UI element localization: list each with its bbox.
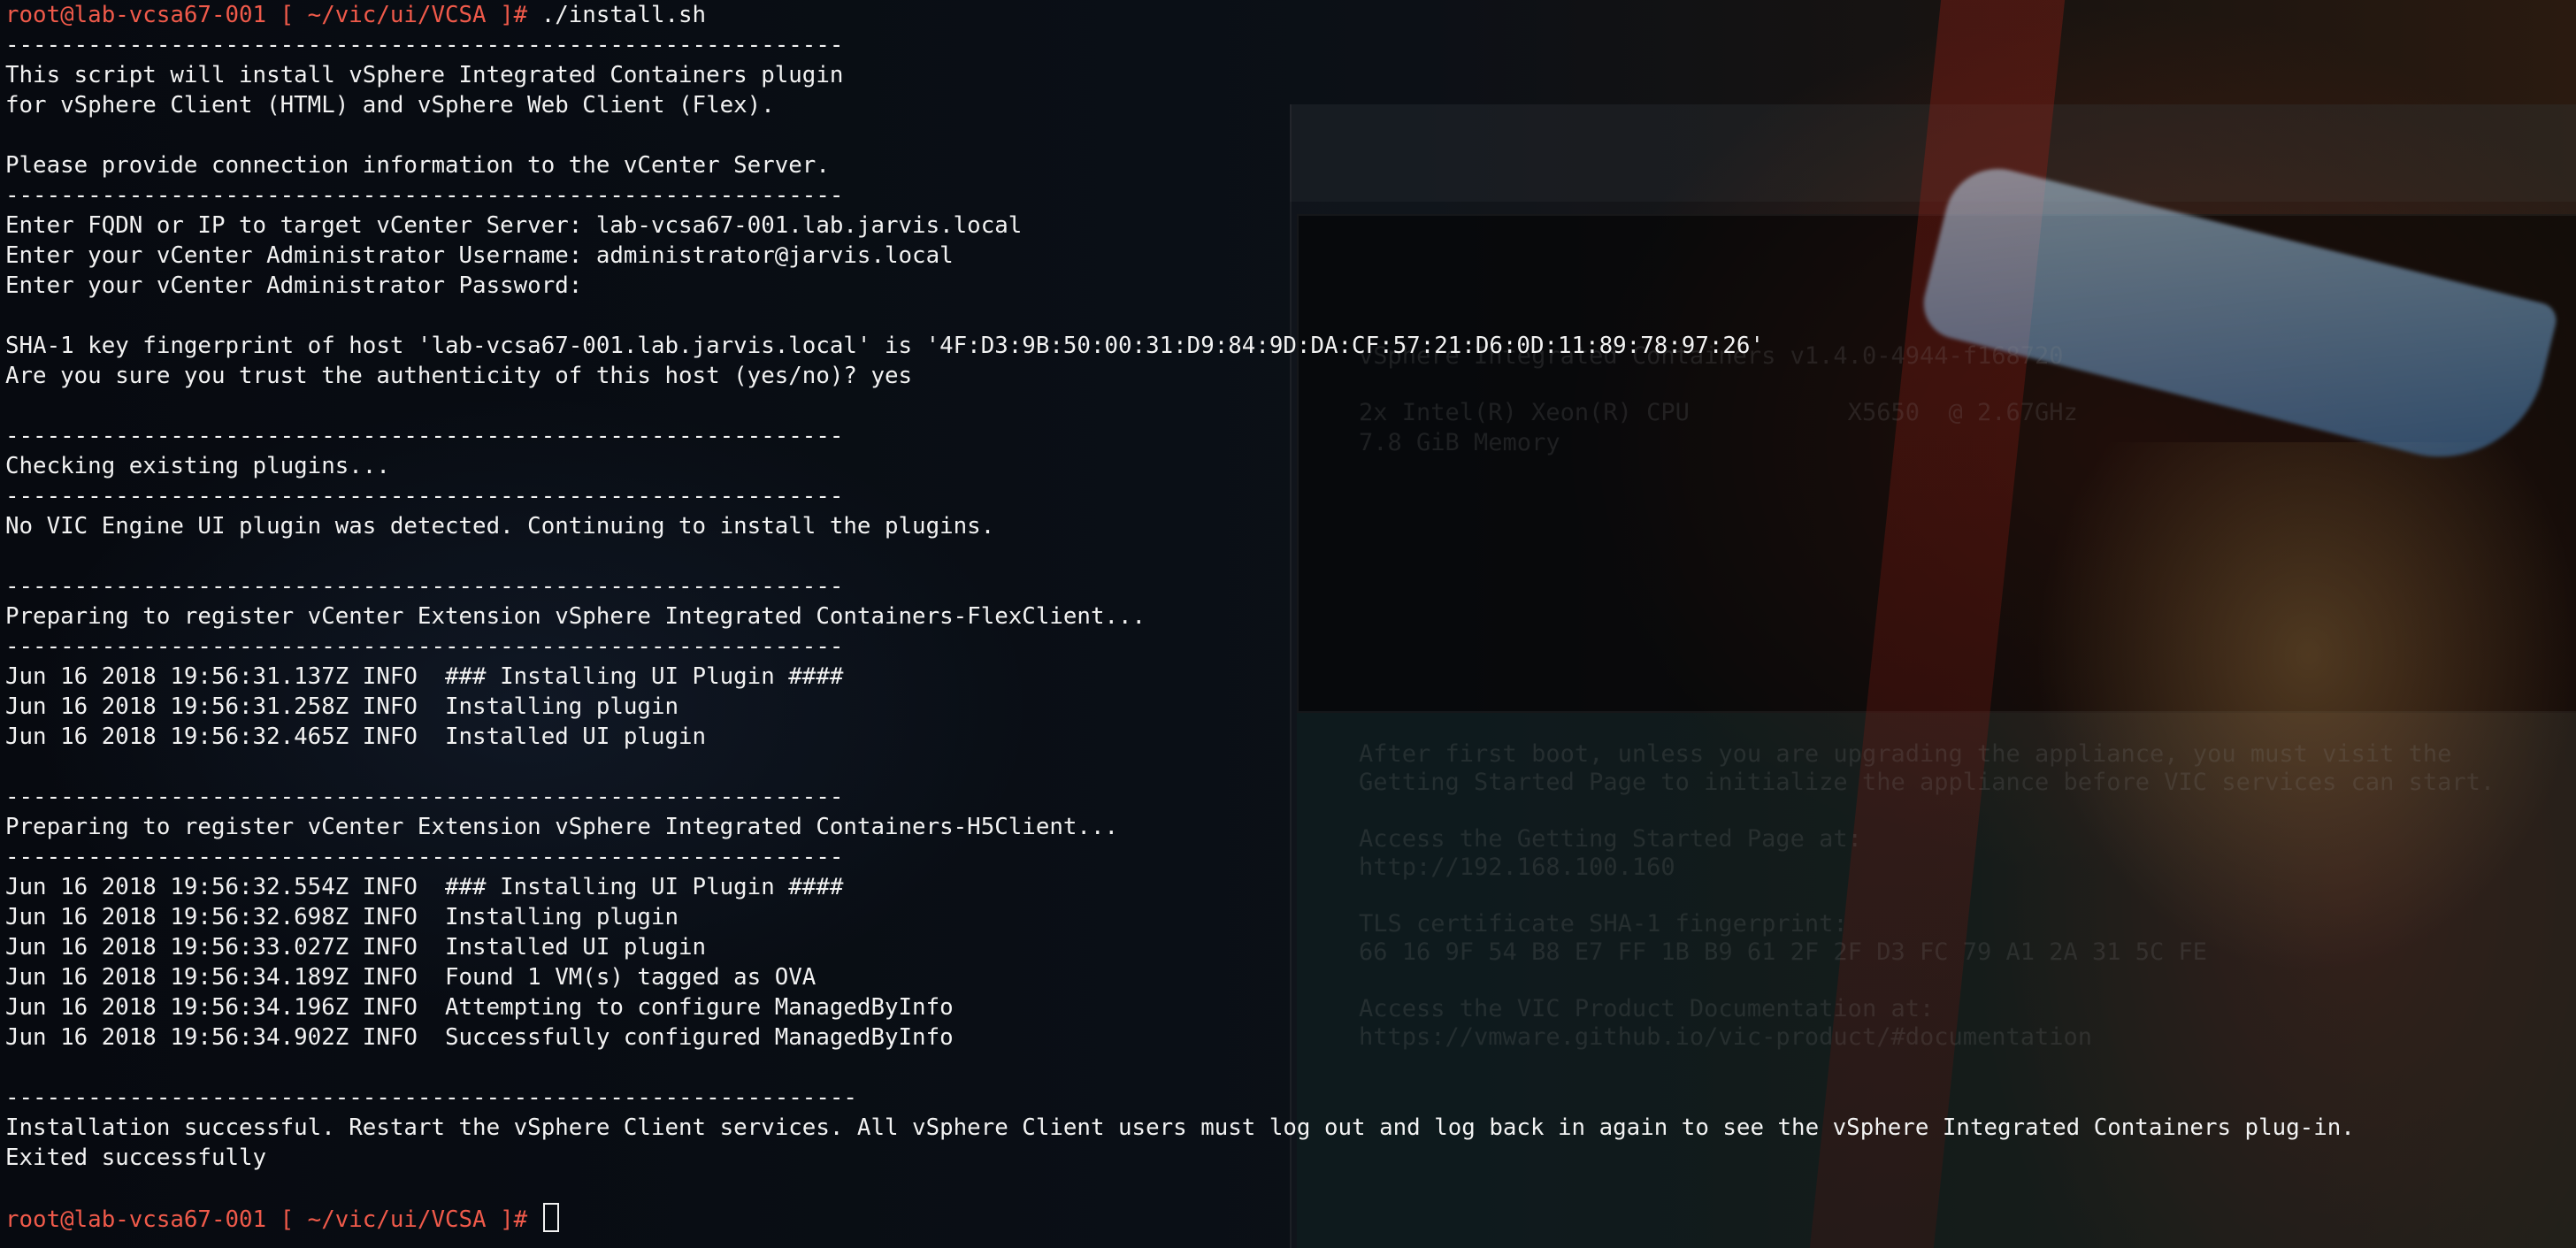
output-line: Installation successful. Restart the vSp… [5, 1114, 2355, 1141]
output-line: ----------------------------------------… [5, 844, 844, 870]
output-line: Jun 16 2018 19:56:32.698Z INFO Installin… [5, 904, 679, 930]
shell-prompt-line: root@lab-vcsa67-001 [ ~/vic/ui/VCSA ]# .… [5, 0, 2355, 30]
output-line: ----------------------------------------… [5, 573, 844, 600]
output-line: Jun 16 2018 19:56:32.465Z INFO Installed… [5, 724, 707, 750]
terminal-output[interactable]: root@lab-vcsa67-001 [ ~/vic/ui/VCSA ]# .… [5, 0, 2355, 1233]
output-line: ----------------------------------------… [5, 483, 844, 509]
terminal-window[interactable]: vSphere Integrated Containers v1.4.0-494… [0, 0, 2576, 1248]
output-line: ----------------------------------------… [5, 423, 844, 449]
shell-prompt-line: root@lab-vcsa67-001 [ ~/vic/ui/VCSA ]# [5, 1203, 2355, 1233]
prompt-path: [ ~/vic/ui/VCSA ]# [266, 1206, 541, 1233]
output-line: Jun 16 2018 19:56:34.196Z INFO Attemptin… [5, 994, 954, 1021]
output-line: ----------------------------------------… [5, 784, 844, 810]
output-line: ----------------------------------------… [5, 1084, 857, 1111]
output-line: Jun 16 2018 19:56:34.902Z INFO Successfu… [5, 1024, 954, 1051]
output-line: Please provide connection information to… [5, 152, 830, 179]
output-line: Preparing to register vCenter Extension … [5, 603, 1146, 630]
text-cursor[interactable] [542, 1203, 559, 1232]
output-line: Jun 16 2018 19:56:32.554Z INFO ### Insta… [5, 874, 844, 900]
output-line: Checking existing plugins... [5, 453, 390, 479]
output-line: SHA-1 key fingerprint of host 'lab-vcsa6… [5, 333, 1764, 359]
output-line: Jun 16 2018 19:56:31.258Z INFO Installin… [5, 693, 679, 720]
output-line: Jun 16 2018 19:56:31.137Z INFO ### Insta… [5, 663, 844, 690]
prompt-path: [ ~/vic/ui/VCSA ]# [266, 2, 541, 28]
output-line: Preparing to register vCenter Extension … [5, 814, 1119, 840]
output-line: ----------------------------------------… [5, 32, 844, 58]
output-line: Jun 16 2018 19:56:34.189Z INFO Found 1 V… [5, 964, 816, 991]
output-line: for vSphere Client (HTML) and vSphere We… [5, 92, 775, 119]
prompt-user-host: root@lab-vcsa67-001 [5, 1206, 267, 1233]
output-line: ----------------------------------------… [5, 633, 844, 660]
output-line: Enter FQDN or IP to target vCenter Serve… [5, 212, 1023, 239]
prompt-user-host: root@lab-vcsa67-001 [5, 2, 267, 28]
output-line: Enter your vCenter Administrator Passwor… [5, 272, 583, 299]
prompt-command: ./install.sh [540, 2, 707, 28]
output-line: ----------------------------------------… [5, 182, 844, 209]
output-line: Enter your vCenter Administrator Usernam… [5, 242, 954, 269]
output-line: Are you sure you trust the authenticity … [5, 363, 913, 389]
output-line: Exited successfully [5, 1145, 267, 1171]
output-line: Jun 16 2018 19:56:33.027Z INFO Installed… [5, 934, 707, 961]
output-line: No VIC Engine UI plugin was detected. Co… [5, 513, 995, 540]
output-line: This script will install vSphere Integra… [5, 62, 844, 88]
